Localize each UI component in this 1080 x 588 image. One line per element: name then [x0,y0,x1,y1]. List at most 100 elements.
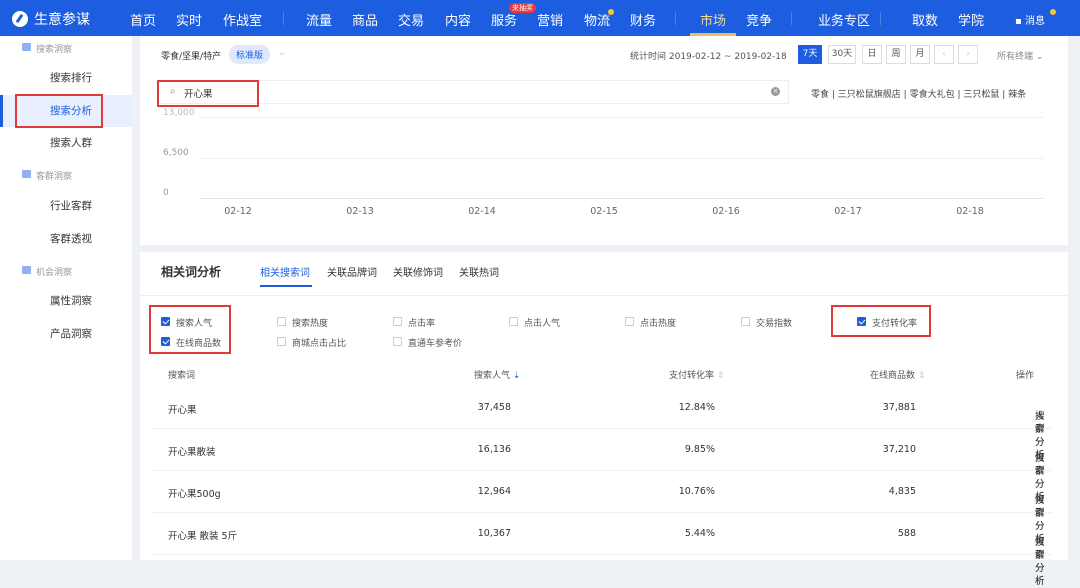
checkbox-icon [277,337,286,346]
sidebar-item-industry-customers[interactable]: 行业客群 [0,190,132,222]
nav-traffic[interactable]: 流量 [306,10,332,29]
nav-competition[interactable]: 竞争 [746,10,772,29]
col-online-items[interactable]: 在线商品数 ⇕ [870,368,925,381]
divider [675,12,676,25]
metric-checkbox[interactable]: 直通车参考价 [393,336,462,349]
period-week[interactable]: 周 [886,45,906,64]
metric-label: 交易指数 [756,319,793,329]
period-30d[interactable]: 30天 [828,45,856,64]
folder-icon [22,266,31,274]
online-items-cell: 37,210 [882,444,916,455]
nav-trade[interactable]: 交易 [398,10,424,29]
checkbox-icon [277,317,286,326]
y-tick-label: 6,500 [163,148,189,158]
keyword-cell: 开心果 散装 5斤 [168,531,238,542]
folder-icon [22,170,31,178]
checkbox-icon [393,317,402,326]
period-month[interactable]: 月 [910,45,930,64]
period-7d[interactable]: 7天 [798,45,822,64]
y-tick-label: 0 [163,188,169,198]
nav-market[interactable]: 市场 [700,10,726,29]
suggestion-link[interactable]: 零食大礼包 [910,90,955,100]
nav-academy[interactable]: 学院 [958,10,984,29]
suggestion-link[interactable]: 三只松鼠旗舰店 [838,90,901,100]
sidebar-item-attribute[interactable]: 属性洞察 [0,285,132,317]
period-day[interactable]: 日 [862,45,882,64]
x-tick-label: 02-12 [224,206,252,217]
x-tick-label: 02-14 [468,206,496,217]
table-row: 开心果散装 16,136 9.85% 37,210 搜索分析 人群分析 [152,429,1052,503]
sidebar-item-product[interactable]: 产品洞察 [0,318,132,350]
metric-checkbox[interactable]: 点击率 [393,316,435,329]
nav-data[interactable]: 取数 [912,10,938,29]
highlight-box [157,80,259,107]
metric-label: 点击率 [408,319,436,329]
chevron-down-icon[interactable]: ⌄ [278,48,286,58]
nav-home[interactable]: 首页 [130,10,156,29]
nav-products[interactable]: 商品 [352,10,378,29]
metric-checkbox[interactable]: 商城点击占比 [277,336,346,349]
category-breadcrumb[interactable]: 零食/坚果/特产 [161,49,221,62]
divider [283,12,284,25]
nav-marketing[interactable]: 营销 [537,10,563,29]
nav-logistics[interactable]: 物流 [584,10,610,29]
stat-time: 统计时间 2019-02-12 ~ 2019-02-18 [630,52,787,62]
keyword-cell: 开心果 [168,405,197,416]
suggestion-link[interactable]: 辣条 [1008,90,1026,100]
messages-link[interactable]: ▪ 消息 [1015,12,1045,27]
sidebar-item-search-rank[interactable]: 搜索排行 [0,62,132,94]
prev-button[interactable]: ‹ [934,45,954,64]
sidebar-item-customer-insight[interactable]: 客群透视 [0,223,132,255]
tab-hot-words[interactable]: 关联热词 [459,264,499,279]
sidebar-item-search-crowd[interactable]: 搜索人群 [0,127,132,159]
terminal-select[interactable]: 所有终端 ⌄ [997,49,1043,62]
nav-finance[interactable]: 财务 [630,10,656,29]
metric-label: 商城点击占比 [292,339,347,349]
col-search-popularity[interactable]: 搜索人气 ⇣ [474,368,520,381]
tab-brand-words[interactable]: 关联品牌词 [327,264,377,279]
suggestion-link[interactable]: 零食 [811,90,829,100]
nav-business[interactable]: 业务专区 [818,10,870,29]
messages-label: 消息 [1024,16,1045,27]
popularity-cell: 37,458 [477,402,511,413]
conversion-cell: 10.76% [678,486,715,497]
folder-icon [22,43,31,51]
conversion-cell: 9.85% [684,444,715,455]
suggestion-link[interactable]: 三只松鼠 [963,90,999,100]
online-items-cell: 4,835 [888,486,916,497]
section-title: 相关词分析 [161,265,222,279]
section-title: 客群洞察 [36,172,73,182]
col-conversion[interactable]: 支付转化率 ⇕ [669,368,724,381]
col-label: 支付转化率 [669,371,715,381]
metric-checkbox[interactable]: 搜索热度 [277,316,328,329]
metric-checkbox[interactable]: 点击人气 [509,316,560,329]
metric-label: 点击热度 [640,319,677,329]
crowd-analysis-link[interactable]: 人群分析 [1035,536,1045,588]
promo-badge: 来抽奖 [509,3,536,13]
conversion-cell: 5.44% [684,528,715,539]
divider [140,295,1068,296]
online-items-cell: 37,881 [882,402,916,413]
popularity-cell: 16,136 [477,444,511,455]
app-logo[interactable]: 生意参谋 [12,9,90,29]
compass-icon [12,11,28,27]
metric-checkbox[interactable]: 交易指数 [741,316,792,329]
online-items-cell: 588 [897,528,916,539]
table-row: 开心果 散装 5斤 10,367 5.44% 588 搜索分析 人群分析 [152,513,1052,587]
tab-related-search[interactable]: 相关搜索词 [260,264,310,279]
edition-badge[interactable]: 标准版 [229,45,271,64]
nav-realtime[interactable]: 实时 [176,10,202,29]
sidebar-section-customer: 客群洞察 [22,169,73,182]
checkbox-icon [741,317,750,326]
metric-label: 搜索热度 [292,319,329,329]
gridline [200,117,1044,118]
keyword-cell: 开心果散装 [168,447,216,458]
x-tick-label: 02-17 [834,206,862,217]
metric-checkbox[interactable]: 点击热度 [625,316,676,329]
clear-icon[interactable]: × [771,87,780,96]
next-button[interactable]: › [958,45,978,64]
nav-content[interactable]: 内容 [445,10,471,29]
nav-warroom[interactable]: 作战室 [223,10,262,29]
tab-modifier-words[interactable]: 关联修饰词 [393,264,443,279]
sidebar-section-search: 搜索洞察 [22,42,72,55]
